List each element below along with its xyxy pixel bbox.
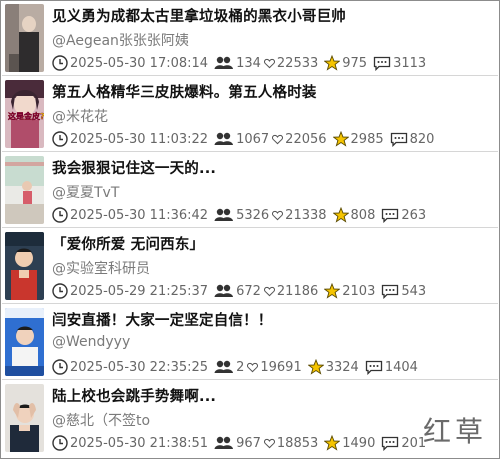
like-count: 22056 (285, 131, 327, 147)
video-time: 2025-05-30 21:38:51 (70, 435, 209, 451)
heart-icon (263, 58, 275, 69)
video-title[interactable]: 我会狠狠记住这一天的... (52, 157, 492, 178)
video-thumbnail[interactable] (5, 156, 44, 224)
heart-icon (263, 438, 275, 449)
like-count: 22533 (276, 55, 319, 71)
viewer-count: 967 (236, 435, 261, 451)
video-author[interactable]: @慈北（不签to (52, 410, 150, 430)
people-icon (214, 436, 234, 450)
comment-icon (373, 56, 391, 71)
clock-icon (52, 55, 68, 71)
clock-icon (52, 131, 68, 147)
video-stats: 2025-05-30 11:36:42 5326 21338 808 263 (52, 206, 426, 224)
video-stats: 2025-05-30 21:38:51 967 18853 1490 201 (52, 434, 426, 452)
thumbnail-caption: 这是金皮? (8, 111, 44, 121)
viewer-count: 134 (236, 55, 261, 71)
favorite-count: 2103 (342, 283, 376, 299)
heart-icon (263, 286, 275, 297)
comment-count: 1404 (384, 359, 418, 375)
heart-icon (247, 362, 259, 373)
list-item[interactable]: 闫安直播！大家一定坚定自信！！ @Wendyyy 2025-05-30 22:3… (2, 305, 498, 380)
video-time: 2025-05-30 22:35:25 (70, 359, 209, 375)
video-time: 2025-05-30 11:36:42 (70, 207, 209, 223)
comment-count: 3113 (393, 55, 427, 71)
watermark: 红草 (422, 415, 487, 448)
people-icon (214, 132, 234, 146)
video-title[interactable]: 陆上校也会跳手势舞啊... (52, 385, 492, 406)
video-stats: 2025-05-30 22:35:25 2 19691 3324 1404 (52, 358, 418, 376)
favorite-count: 3324 (325, 359, 359, 375)
video-stats: 2025-05-30 17:08:14 134 22533 975 3113 (52, 54, 426, 72)
video-thumbnail[interactable]: 这是金皮? (5, 80, 44, 148)
comment-icon (390, 132, 408, 147)
people-icon (214, 208, 234, 222)
like-count: 18853 (276, 435, 319, 451)
favorite-count: 2985 (350, 131, 384, 147)
list-item[interactable]: 这是金皮? 第五人格精华三皮肤爆料。第五人格时装 @米花花 2025-05-30… (2, 77, 498, 152)
like-count: 21186 (276, 283, 319, 299)
video-time: 2025-05-30 17:08:14 (70, 55, 209, 71)
clock-icon (52, 435, 68, 451)
video-title[interactable]: 闫安直播！大家一定坚定自信！！ (52, 309, 492, 330)
star-icon (332, 131, 349, 147)
comment-icon (381, 436, 399, 451)
video-title[interactable]: 「爱你所爱 无问西东」 (52, 233, 492, 254)
video-author[interactable]: @米花花 (52, 106, 108, 126)
clock-icon (52, 207, 68, 223)
video-author[interactable]: @夏夏TvT (52, 182, 119, 202)
video-time: 2025-05-30 11:03:22 (70, 131, 209, 147)
viewer-count: 2 (236, 359, 245, 375)
viewer-count: 5326 (236, 207, 270, 223)
comment-icon (381, 208, 399, 223)
video-thumbnail[interactable] (5, 308, 44, 376)
video-author[interactable]: @Aegean张张张阿姨 (52, 30, 189, 50)
star-icon (332, 207, 349, 223)
clock-icon (52, 359, 68, 375)
clock-icon (52, 283, 68, 299)
people-icon (214, 284, 234, 298)
star-icon (307, 359, 324, 375)
video-time: 2025-05-29 21:25:37 (70, 283, 209, 299)
heart-icon (272, 210, 284, 221)
list-item[interactable]: 我会狠狠记住这一天的... @夏夏TvT 2025-05-30 11:36:42… (2, 153, 498, 228)
comment-icon (381, 284, 399, 299)
video-author[interactable]: @Wendyyy (52, 334, 130, 350)
heart-icon (272, 134, 284, 145)
video-thumbnail[interactable] (5, 4, 44, 72)
list-item[interactable]: 见义勇为成都太古里拿垃圾桶的黑衣小哥巨帅 @Aegean张张张阿姨 2025-0… (2, 1, 498, 76)
comment-count: 263 (401, 207, 427, 223)
star-icon (324, 283, 341, 299)
like-count: 21338 (285, 207, 327, 223)
video-stats: 2025-05-30 11:03:22 1067 22056 2985 820 (52, 130, 434, 148)
favorite-count: 1490 (342, 435, 376, 451)
list-item[interactable]: 「爱你所爱 无问西东」 @实验室科研员 2025-05-29 21:25:37 … (2, 229, 498, 304)
favorite-count: 975 (342, 55, 368, 71)
video-title[interactable]: 第五人格精华三皮肤爆料。第五人格时装 (52, 81, 492, 102)
video-thumbnail[interactable] (5, 384, 44, 452)
video-title[interactable]: 见义勇为成都太古里拿垃圾桶的黑衣小哥巨帅 (52, 5, 492, 26)
video-author[interactable]: @实验室科研员 (52, 258, 150, 278)
comment-count: 820 (409, 131, 435, 147)
people-icon (214, 360, 234, 374)
comment-icon (365, 360, 383, 375)
viewer-count: 672 (236, 283, 261, 299)
like-count: 19691 (260, 359, 302, 375)
viewer-count: 1067 (236, 131, 270, 147)
favorite-count: 808 (350, 207, 376, 223)
people-icon (214, 56, 234, 70)
video-list-panel: 见义勇为成都太古里拿垃圾桶的黑衣小哥巨帅 @Aegean张张张阿姨 2025-0… (0, 0, 500, 459)
video-thumbnail[interactable] (5, 232, 44, 300)
video-stats: 2025-05-29 21:25:37 672 21186 2103 543 (52, 282, 426, 300)
comment-count: 543 (401, 283, 427, 299)
star-icon (324, 55, 341, 71)
star-icon (324, 435, 341, 451)
